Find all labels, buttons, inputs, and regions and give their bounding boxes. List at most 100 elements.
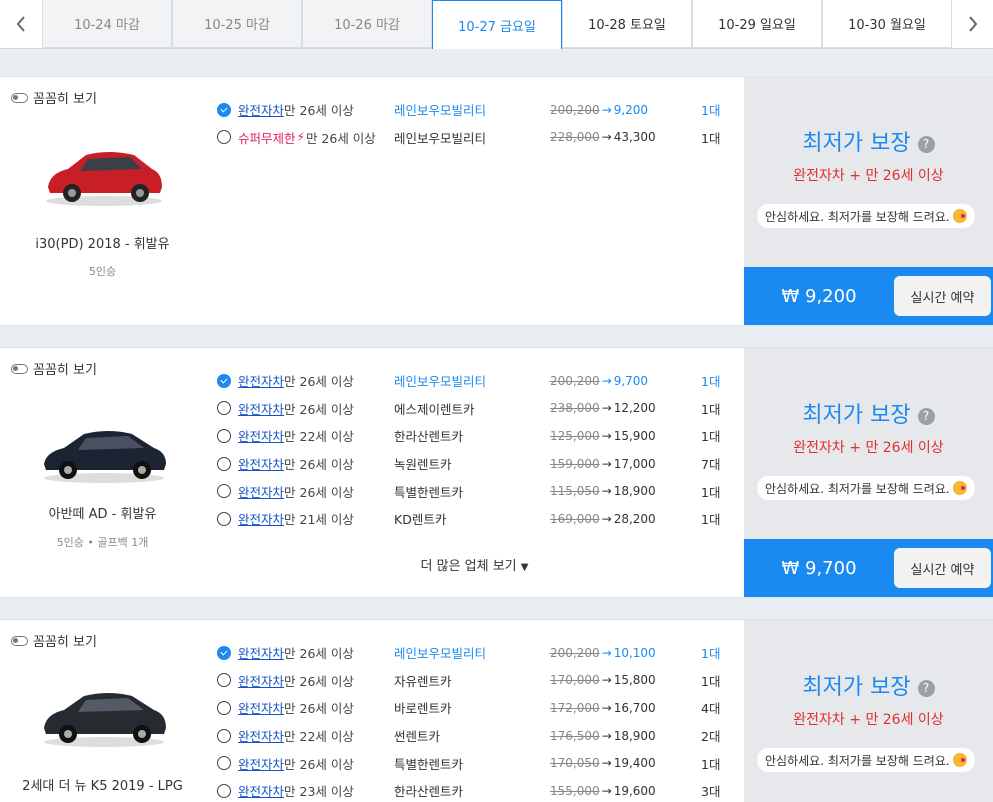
car-name: 2세대 더 뉴 K5 2019 - LPG	[22, 779, 183, 794]
age-requirement: 만 26세 이상	[284, 103, 354, 119]
price-info: 159,000 → 17,000	[550, 457, 656, 471]
old-price: 155,000	[550, 783, 600, 798]
radio-checked-icon[interactable]	[217, 102, 231, 117]
toggle-icon	[11, 635, 28, 646]
radio-checked-icon[interactable]	[217, 373, 231, 388]
offer-row[interactable]: 완전자차 만 26세 이상 에스제이렌트카 238,000 → 12,200 1대	[217, 395, 737, 423]
chevron-left-icon[interactable]	[0, 0, 42, 48]
radio-icon[interactable]	[217, 130, 231, 145]
tab-date-1[interactable]: 10-24 마감	[42, 0, 172, 48]
question-icon[interactable]: ?	[917, 407, 935, 425]
radio-icon[interactable]	[217, 511, 231, 526]
book-button[interactable]: 실시간 예약	[894, 548, 991, 588]
guarantee-panel: 최저가 보장 ? 완전자차 + 만 26세 이상 안심하세요. 최저가를 보장해…	[744, 348, 993, 597]
kiss-emoji-icon	[952, 209, 967, 223]
offer-row[interactable]: 완전자차 만 21세 이상 KD렌트카 169,000 → 28,200 1대	[217, 505, 737, 533]
radio-icon[interactable]	[217, 728, 231, 743]
price-info: 200,200 → 9,700	[550, 374, 648, 388]
detail-toggle[interactable]: 꼼꼼히 보기	[11, 359, 97, 378]
chevron-right-icon[interactable]	[952, 0, 993, 48]
offer-row[interactable]: 완전자차 만 26세 이상 바로렌트카 172,000 → 16,700 4대	[217, 694, 737, 722]
offer-row[interactable]: 완전자차 만 26세 이상 특별한렌트카 115,050 → 18,900 1대	[217, 477, 737, 505]
insurance-link[interactable]: 완전자차	[238, 454, 284, 473]
offer-row[interactable]: 슈퍼무제한 ⚡ 만 26세 이상 레인보우모빌리티 228,000 → 43,300…	[217, 124, 737, 152]
age-requirement: 만 26세 이상	[284, 646, 354, 662]
car-count: 1대	[701, 103, 721, 119]
insurance-link[interactable]: 완전자차	[238, 426, 284, 445]
detail-toggle[interactable]: 꼼꼼히 보기	[11, 631, 97, 650]
offer-row[interactable]: 완전자차 만 26세 이상 특별한렌트카 170,050 → 19,400 1대	[217, 749, 737, 777]
detail-toggle[interactable]: 꼼꼼히 보기	[11, 88, 97, 107]
car-image	[44, 693, 166, 747]
company-name: 레인보우모빌리티	[394, 103, 487, 119]
insurance-link[interactable]: 완전자차	[238, 509, 284, 528]
arrow-right-icon: →	[601, 673, 612, 688]
radio-icon[interactable]	[217, 456, 231, 471]
car-count: 2대	[701, 729, 721, 745]
age-requirement: 만 22세 이상	[284, 429, 354, 445]
car-count: 1대	[701, 429, 721, 445]
tab-date-4[interactable]: 10-27 금요일	[432, 0, 562, 49]
offer-row[interactable]: 완전자차 만 22세 이상 썬렌트카 176,500 → 18,900 2대	[217, 722, 737, 750]
price-info: 238,000 → 12,200	[550, 401, 656, 415]
question-icon[interactable]: ?	[917, 135, 935, 153]
arrow-right-icon: →	[601, 456, 612, 471]
offer-row[interactable]: 완전자차 만 23세 이상 한라산렌트카 155,000 → 19,600 3대	[217, 777, 737, 802]
tab-date-3[interactable]: 10-26 마감	[302, 0, 432, 48]
radio-icon[interactable]	[217, 756, 231, 771]
car-card: 꼼꼼히 보기 아반떼 AD - 휘발유 5인승 • 골프백 1개 완전자차 만 …	[0, 347, 993, 598]
arrow-right-icon: →	[601, 373, 612, 388]
insurance-link[interactable]: 완전자차	[238, 781, 284, 800]
company-name: 레인보우모빌리티	[394, 646, 487, 662]
insurance-link[interactable]: 완전자차	[238, 482, 284, 501]
company-name: 특별한렌트카	[394, 756, 464, 772]
book-button[interactable]: 실시간 예약	[894, 276, 991, 316]
offer-row[interactable]: 완전자차 만 22세 이상 한라산렌트카 125,000 → 15,900 1대	[217, 422, 737, 450]
detail-toggle-label: 꼼꼼히 보기	[33, 92, 97, 107]
new-price: 19,600	[613, 783, 656, 798]
company-name: 녹원렌트카	[394, 457, 452, 473]
car-count: 4대	[701, 701, 721, 717]
question-icon[interactable]: ?	[917, 679, 935, 697]
car-count: 1대	[701, 130, 721, 146]
price-info: 115,050 → 18,900	[550, 484, 656, 498]
radio-icon[interactable]	[217, 484, 231, 499]
tab-date-5[interactable]: 10-28 토요일	[562, 0, 692, 48]
insurance-link[interactable]: 완전자차	[238, 371, 284, 390]
age-requirement: 만 26세 이상	[284, 673, 354, 689]
insurance-link[interactable]: 슈퍼무제한	[238, 128, 296, 147]
radio-icon[interactable]	[217, 673, 231, 688]
offer-row[interactable]: 완전자차 만 26세 이상 레인보우모빌리티 200,200 → 9,200 1대	[217, 96, 737, 124]
car-info: 꼼꼼히 보기 2세대 더 뉴 K5 2019 - LPG	[0, 620, 205, 802]
tab-date-2[interactable]: 10-25 마감	[172, 0, 302, 48]
arrow-right-icon: →	[601, 401, 612, 416]
offer-row[interactable]: 완전자차 만 26세 이상 레인보우모빌리티 200,200 → 10,100 1대	[217, 639, 737, 667]
insurance-link[interactable]: 완전자차	[238, 643, 284, 662]
insurance-link[interactable]: 완전자차	[238, 754, 284, 773]
insurance-link[interactable]: 완전자차	[238, 671, 284, 690]
age-requirement: 만 26세 이상	[284, 701, 354, 717]
offer-row[interactable]: 완전자차 만 26세 이상 자유렌트카 170,000 → 15,800 1대	[217, 667, 737, 695]
offer-row[interactable]: 완전자차 만 26세 이상 레인보우모빌리티 200,200 → 9,700 1대	[217, 367, 737, 395]
price-bar: ₩ 9,700 실시간 예약	[744, 539, 993, 597]
arrow-right-icon: →	[601, 102, 612, 117]
radio-icon[interactable]	[217, 428, 231, 443]
new-price: 18,900	[613, 728, 656, 743]
offer-row[interactable]: 완전자차 만 26세 이상 녹원렌트카 159,000 → 17,000 7대	[217, 450, 737, 478]
caret-down-icon: ▼	[520, 562, 529, 573]
radio-icon[interactable]	[217, 700, 231, 715]
insurance-link[interactable]: 완전자차	[238, 698, 284, 717]
insurance-link[interactable]: 완전자차	[238, 726, 284, 745]
age-requirement: 만 23세 이상	[284, 784, 354, 800]
insurance-link[interactable]: 완전자차	[238, 399, 284, 418]
insurance-link[interactable]: 완전자차	[238, 100, 284, 119]
radio-icon[interactable]	[217, 401, 231, 416]
tab-date-7[interactable]: 10-30 월요일	[822, 0, 952, 48]
radio-checked-icon[interactable]	[217, 645, 231, 660]
tab-date-6[interactable]: 10-29 일요일	[692, 0, 822, 48]
radio-icon[interactable]	[217, 783, 231, 798]
price-info: 169,000 → 28,200	[550, 512, 656, 526]
kiss-emoji-icon	[952, 481, 967, 495]
new-price: 16,700	[613, 700, 656, 715]
more-companies-link[interactable]: 더 많은 업체 보기 ▼	[205, 555, 744, 574]
